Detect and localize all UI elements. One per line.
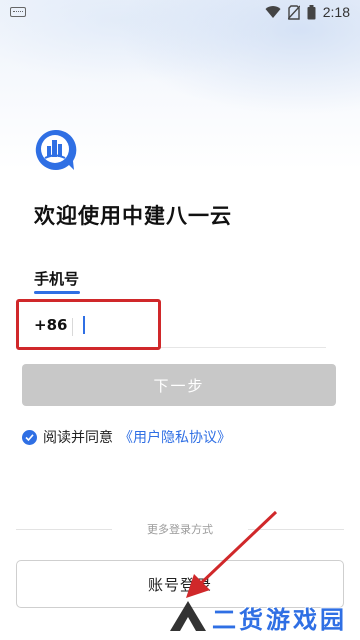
annotation-arrow-icon	[186, 510, 278, 598]
battery-icon	[307, 4, 316, 20]
no-sim-icon	[287, 4, 300, 20]
agree-checkbox-checked-icon[interactable]	[22, 429, 37, 445]
privacy-agreement-link[interactable]: 《用户隐私协议》	[119, 427, 231, 447]
status-left	[10, 7, 26, 17]
watermark: 二货游戏园	[168, 594, 360, 640]
status-right: 2:18	[265, 4, 350, 20]
tab-underline	[34, 291, 80, 294]
keyboard-icon	[10, 7, 26, 17]
watermark-text: 二货游戏园	[212, 605, 347, 634]
welcome-title: 欢迎使用中建八一云	[34, 204, 232, 228]
wifi-icon	[265, 5, 281, 19]
tab-phone[interactable]: 手机号	[34, 268, 79, 289]
annotation-highlight-box	[16, 299, 161, 350]
status-bar: 2:18	[0, 0, 360, 24]
agreement-row: 阅读并同意 《用户隐私协议》	[22, 427, 231, 447]
status-time: 2:18	[322, 4, 350, 20]
agree-text: 阅读并同意	[43, 430, 113, 446]
next-step-button[interactable]: 下一步	[22, 364, 336, 406]
watermark-logo-icon	[170, 601, 206, 631]
app-logo-icon	[33, 128, 77, 172]
